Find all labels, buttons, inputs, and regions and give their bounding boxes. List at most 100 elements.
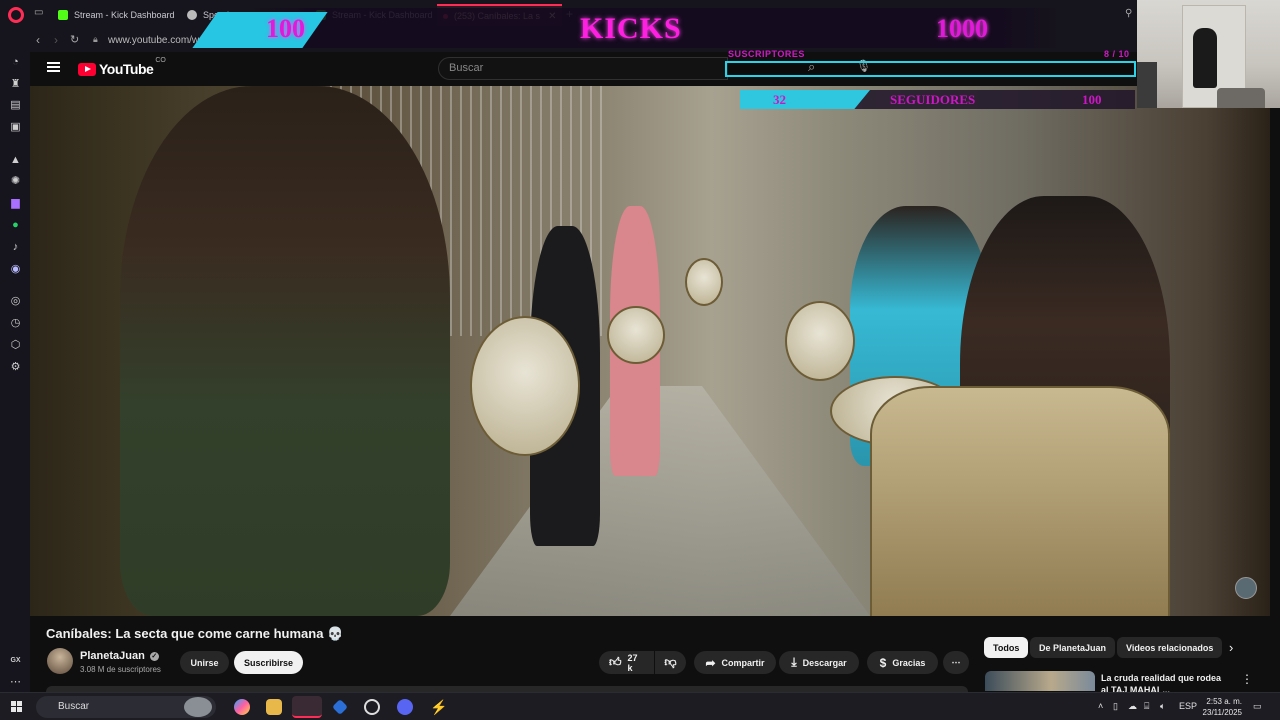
recommendation-title[interactable]: La cruda realidad que rodea al TAJ MAHAL…	[1101, 672, 1231, 692]
url-field[interactable]: www.youtube.com/watch	[108, 35, 218, 46]
video-scene-drum	[607, 306, 665, 364]
thumbs-up-icon: 👍︎	[609, 655, 622, 669]
menu-icon[interactable]	[47, 62, 60, 72]
audio-playing-icon	[443, 13, 448, 19]
settings-icon[interactable]: ⚙	[9, 361, 22, 374]
more-icon: ⋯	[951, 657, 961, 667]
subscribe-label: Suscribirse	[243, 657, 294, 668]
twitch-icon[interactable]: ▆	[9, 197, 22, 210]
tray-chevron-icon[interactable]: ˄	[1098, 701, 1103, 711]
share-button[interactable]: ➦ Compartir	[694, 651, 776, 674]
webcam-scene-chair	[1217, 88, 1265, 108]
video-scene-drum	[685, 258, 723, 306]
thanks-button[interactable]: $ Gracias	[867, 651, 938, 674]
windows-taskbar: ⌕ Buscar ⚡ ˄ ▯ ☁ ⌸ 🔈︎ ESP 2:53 a. m. 23/…	[0, 692, 1280, 720]
like-count: 27 k	[627, 652, 638, 673]
dislike-button[interactable]: 👎︎	[655, 651, 686, 674]
chip-related[interactable]: Videos relacionados	[1117, 637, 1223, 658]
share-icon: ➦	[705, 655, 716, 670]
recommendation-thumbnail[interactable]	[985, 671, 1095, 691]
browser-tabstrip: ▭ Stream - Kick Dashboard Speedtest Stre…	[0, 0, 1280, 30]
chip-all[interactable]: Todos	[984, 637, 1029, 658]
tray-app-icon[interactable]: ▯	[1113, 701, 1118, 712]
video-title: Caníbales: La secta que come carne human…	[46, 626, 344, 641]
tab-label: Stream - Kick Dashboard	[332, 10, 433, 20]
search-icon[interactable]: ⌕	[808, 59, 815, 75]
country-code: CO	[155, 57, 166, 64]
clock[interactable]: 2:53 a. m. 23/11/2025	[1196, 696, 1242, 718]
notifications-icon[interactable]: ▭	[1253, 701, 1262, 712]
video-scene-figure	[120, 86, 450, 616]
whatsapp-icon[interactable]: ●	[9, 219, 22, 232]
channel-name[interactable]: PlanetaJuan ✓	[80, 650, 159, 662]
tab-label: Speedtest	[203, 10, 244, 20]
back-icon[interactable]: ‹	[36, 33, 40, 47]
obs-icon[interactable]	[364, 699, 380, 715]
network-icon[interactable]: ⌸	[1144, 701, 1149, 712]
more-icon[interactable]: ⋯	[9, 676, 22, 689]
chatgpt-icon[interactable]: ✺	[9, 175, 22, 188]
download-label: Descargar	[802, 657, 847, 668]
cloud-icon[interactable]: ☁	[1128, 701, 1137, 712]
pin-icon[interactable]: ⚲	[1125, 8, 1132, 19]
windows-start-icon[interactable]	[11, 701, 22, 712]
tab-speedtest[interactable]: Speedtest	[181, 4, 251, 26]
webcam-scene-shelf	[1137, 62, 1157, 108]
channel-watermark-icon[interactable]	[1235, 577, 1257, 599]
language-indicator[interactable]: ESP	[1179, 701, 1197, 711]
subscriber-count: 3.08 M de suscriptores	[80, 665, 161, 674]
news-icon[interactable]: ▣	[9, 121, 22, 134]
youtube-play-icon	[78, 62, 96, 76]
more-actions-button[interactable]: ⋯	[943, 651, 969, 674]
video-player[interactable]	[30, 86, 1270, 616]
reload-icon[interactable]: ↻	[70, 33, 79, 46]
join-button[interactable]: Unirse	[180, 651, 229, 674]
chip-label: Videos relacionados	[1126, 642, 1214, 653]
tab-youtube-video[interactable]: (253) Caníbales: La s ✕	[437, 4, 562, 26]
subscribe-button[interactable]: Suscribirse	[234, 651, 303, 674]
discord-icon[interactable]	[397, 699, 413, 715]
opera-gx-logo-icon[interactable]	[8, 7, 24, 23]
chevron-right-icon[interactable]: ›	[1229, 640, 1233, 655]
tab-label: Stream - Kick Dashboard	[74, 10, 175, 20]
file-explorer-icon[interactable]	[266, 699, 282, 715]
copilot-icon[interactable]	[234, 699, 250, 715]
youtube-logo[interactable]: YouTube CO	[78, 57, 166, 77]
verified-icon: ✓	[149, 651, 159, 661]
like-button[interactable]: 👍︎ 27 k	[599, 651, 654, 674]
aria-icon[interactable]: ▲	[9, 154, 22, 167]
webcam-scene-person	[1193, 28, 1217, 88]
video-scene-drum	[785, 301, 855, 381]
lightning-app-icon[interactable]: ⚡	[430, 699, 447, 715]
download-button[interactable]: ⤓ Descargar	[779, 651, 859, 674]
tab-kick-dashboard-1[interactable]: Stream - Kick Dashboard	[52, 4, 177, 26]
chip-label: Todos	[993, 642, 1020, 653]
tab-kick-dashboard-2[interactable]: Stream - Kick Dashboard	[310, 4, 435, 26]
new-tab-icon[interactable]: +	[566, 7, 573, 21]
search-input[interactable]: Buscar	[438, 57, 728, 80]
chip-from-channel[interactable]: De PlanetaJuan	[1030, 637, 1116, 658]
recommendation-menu-icon[interactable]: ⋮	[1241, 672, 1253, 686]
close-tab-icon[interactable]: ✕	[548, 11, 556, 22]
volume-icon[interactable]: 🔈︎	[1160, 701, 1165, 712]
opera-gx-taskbar-icon[interactable]	[292, 696, 322, 718]
channel-avatar[interactable]	[47, 648, 73, 674]
video-scene-drum	[870, 386, 1170, 616]
microphone-icon[interactable]: 🎙︎	[856, 59, 871, 73]
gx-cleaner-icon[interactable]: ♜	[9, 78, 22, 91]
discord-icon[interactable]: ◉	[9, 263, 22, 276]
search-highlight-icon[interactable]	[184, 697, 212, 717]
tiktok-icon[interactable]: ♪	[9, 241, 22, 254]
address-bar: ‹ › ↻ 🔒︎ www.youtube.com/watch	[0, 30, 1280, 52]
join-label: Unirse	[190, 657, 219, 668]
forward-icon[interactable]: ›	[54, 33, 58, 47]
app-blue-icon[interactable]	[332, 699, 348, 715]
extensions-icon[interactable]: ⬡	[9, 339, 22, 352]
gx-corner-icon[interactable]: ▤	[9, 99, 22, 112]
opera-sidebar: ◔ ♜ ▤ ▣ ▲ ✺ ▆ ● ♪ ◉ ◎ ◷ ⬡ ⚙ GX ⋯	[0, 52, 30, 692]
tab-overview-icon[interactable]: ▭	[34, 7, 43, 18]
clock-time: 2:53 a. m.	[1206, 697, 1242, 706]
history-icon[interactable]: ◷	[9, 317, 22, 330]
gx-control-icon[interactable]: ◔	[9, 56, 22, 69]
player-icon[interactable]: ◎	[9, 295, 22, 308]
